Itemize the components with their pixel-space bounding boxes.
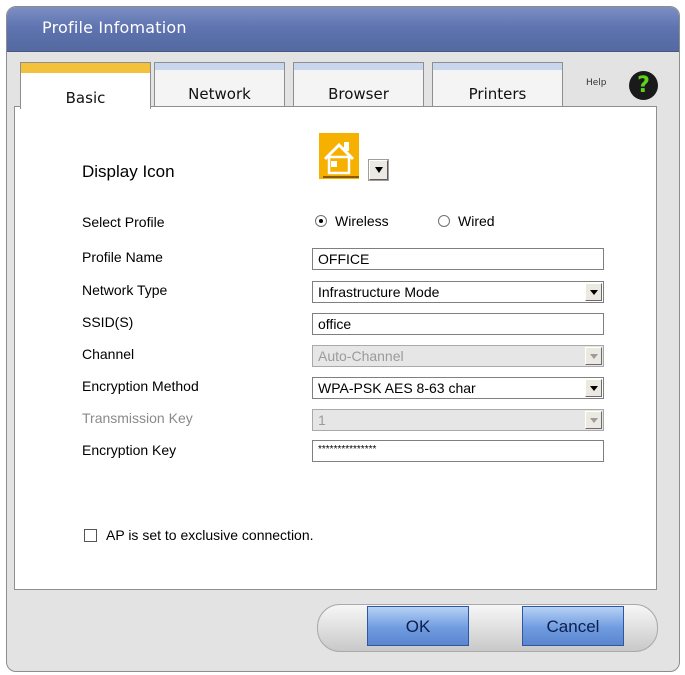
chevron-down-icon[interactable] [585, 283, 602, 301]
wireless-radio[interactable] [315, 215, 327, 227]
tab-network[interactable]: Network [154, 62, 285, 106]
transmission-key-label: Transmission Key [82, 410, 193, 426]
network-type-value: Infrastructure Mode [318, 284, 440, 300]
cancel-button[interactable]: Cancel [522, 606, 624, 646]
network-type-label: Network Type [82, 282, 168, 298]
profile-name-input[interactable]: OFFICE [312, 248, 604, 270]
window-title: Profile Infomation [42, 18, 187, 37]
ssid-label: SSID(S) [82, 314, 134, 330]
chevron-down-icon [585, 411, 602, 429]
tab-browser-label: Browser [328, 85, 389, 103]
ssid-input[interactable]: office [312, 313, 604, 335]
wireless-label[interactable]: Wireless [335, 213, 389, 229]
tab-basic-label: Basic [65, 89, 106, 107]
exclusive-checkbox[interactable] [84, 529, 97, 542]
wired-radio[interactable] [438, 215, 450, 227]
encryption-key-label: Encryption Key [82, 442, 177, 458]
display-icon-label: Display Icon [82, 162, 175, 181]
network-type-select[interactable]: Infrastructure Mode [312, 281, 604, 303]
question-mark-icon[interactable]: ? [629, 71, 658, 100]
title-bar[interactable]: Profile Infomation [7, 7, 679, 52]
tab-printers[interactable]: Printers [432, 62, 563, 106]
wired-label[interactable]: Wired [458, 213, 495, 229]
select-profile-label: Select Profile [82, 214, 165, 230]
tab-network-label: Network [188, 85, 251, 103]
channel-select: Auto-Channel [312, 345, 604, 367]
ok-button[interactable]: OK [367, 606, 469, 646]
encryption-method-value: WPA-PSK AES 8-63 char [318, 380, 476, 396]
chevron-down-icon [585, 347, 602, 365]
encryption-method-select[interactable]: WPA-PSK AES 8-63 char [312, 377, 604, 399]
house-icon[interactable] [313, 125, 365, 181]
tab-printers-label: Printers [468, 85, 527, 103]
help-label: Help [586, 78, 607, 88]
tab-browser[interactable]: Browser [293, 62, 424, 106]
profile-name-label: Profile Name [82, 249, 163, 265]
exclusive-label[interactable]: AP is set to exclusive connection. [106, 527, 314, 543]
encryption-key-input[interactable]: *************** [312, 440, 604, 462]
display-icon-dropdown[interactable] [368, 159, 389, 181]
chevron-down-icon[interactable] [585, 379, 602, 397]
channel-label: Channel [82, 346, 135, 362]
transmission-key-select: 1 [312, 409, 604, 431]
channel-value: Auto-Channel [318, 348, 404, 364]
encryption-method-label: Encryption Method [82, 378, 199, 394]
tab-basic[interactable]: Basic [20, 62, 151, 109]
transmission-key-value: 1 [318, 412, 326, 428]
